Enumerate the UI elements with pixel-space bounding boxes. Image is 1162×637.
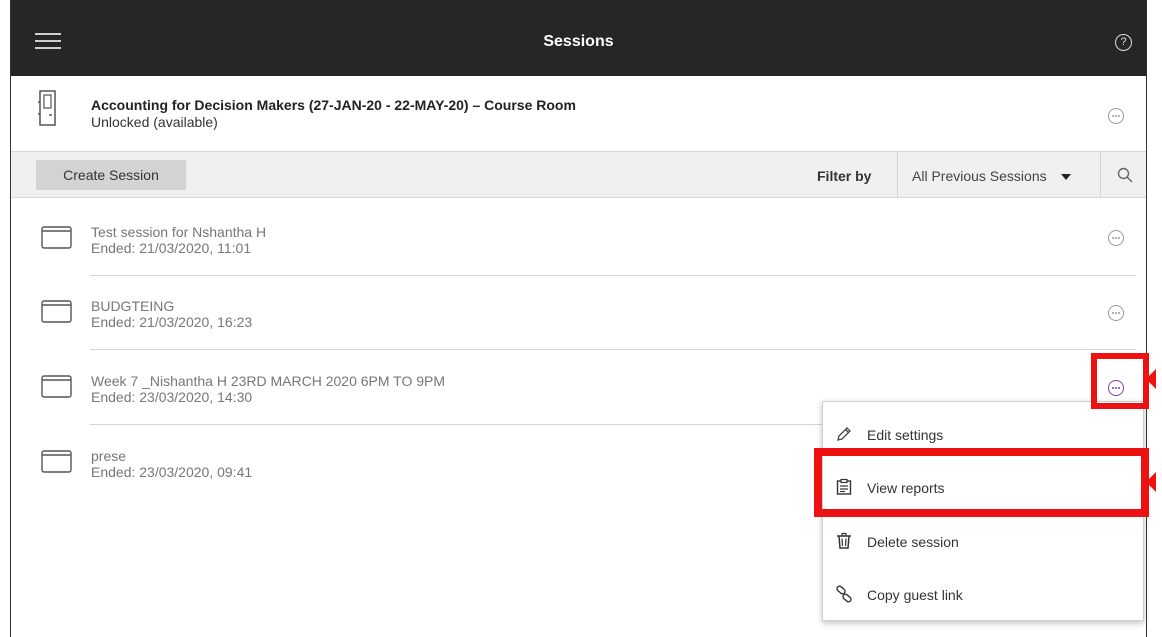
calendar-icon xyxy=(41,450,72,473)
filter-value: All Previous Sessions xyxy=(912,168,1047,184)
session-name: prese xyxy=(91,448,127,464)
session-ended: Ended: 21/03/2020, 16:23 xyxy=(91,314,253,330)
course-status: Unlocked (available) xyxy=(91,114,218,130)
session-name: Week 7 _Nishantha H 23RD MARCH 2020 6PM … xyxy=(91,373,446,389)
highlight-view-reports-box xyxy=(814,448,1149,517)
session-ended: Ended: 23/03/2020, 09:41 xyxy=(91,464,253,480)
page-title: Sessions xyxy=(543,33,614,50)
pencil-icon xyxy=(837,427,851,441)
menu-item-delete-session[interactable]: Delete session xyxy=(823,512,1143,566)
highlight-more-box xyxy=(1091,353,1149,409)
divider xyxy=(897,152,898,198)
menu-item-label: Delete session xyxy=(867,534,959,550)
course-name: Accounting for Decision Makers (27-JAN-2… xyxy=(91,97,576,113)
pointer-arrow-icon xyxy=(1146,472,1156,492)
top-bar: Sessions ? xyxy=(11,0,1146,76)
filter-label: Filter by xyxy=(817,168,872,184)
menu-item-label: Edit settings xyxy=(867,427,944,443)
menu-item-label: Copy guest link xyxy=(867,587,963,603)
session-row[interactable]: Test session for Nshantha H Ended: 21/03… xyxy=(11,202,1146,276)
filter-select[interactable]: All Previous Sessions xyxy=(912,168,1071,184)
sessions-panel: Sessions ? Accounting for Decision Maker… xyxy=(10,0,1149,637)
divider xyxy=(1100,152,1101,198)
help-icon[interactable]: ? xyxy=(1115,34,1132,51)
divider xyxy=(90,349,1136,350)
calendar-icon xyxy=(41,226,72,249)
trash-icon xyxy=(837,532,851,549)
search-icon[interactable] xyxy=(1117,167,1133,183)
session-more-icon[interactable] xyxy=(1108,230,1124,246)
course-room-row[interactable]: Accounting for Decision Makers (27-JAN-2… xyxy=(11,76,1146,152)
calendar-icon xyxy=(41,375,72,398)
session-row[interactable]: BUDGTEING Ended: 21/03/2020, 16:23 xyxy=(11,276,1146,350)
session-more-icon[interactable] xyxy=(1108,305,1124,321)
door-icon xyxy=(38,90,56,126)
sessions-toolbar: Create Session Filter by All Previous Se… xyxy=(11,152,1146,198)
caret-down-icon xyxy=(1060,174,1071,181)
session-ended: Ended: 21/03/2020, 11:01 xyxy=(91,240,252,256)
menu-item-copy-guest-link[interactable]: Copy guest link xyxy=(823,565,1143,619)
course-more-icon[interactable] xyxy=(1108,108,1124,124)
session-name: BUDGTEING xyxy=(91,298,175,314)
calendar-icon xyxy=(41,300,72,323)
session-ended: Ended: 23/03/2020, 14:30 xyxy=(91,389,253,405)
pointer-arrow-icon xyxy=(1146,369,1156,389)
link-icon xyxy=(836,585,852,603)
create-session-button[interactable]: Create Session xyxy=(36,160,186,190)
session-name: Test session for Nshantha H xyxy=(91,224,267,240)
